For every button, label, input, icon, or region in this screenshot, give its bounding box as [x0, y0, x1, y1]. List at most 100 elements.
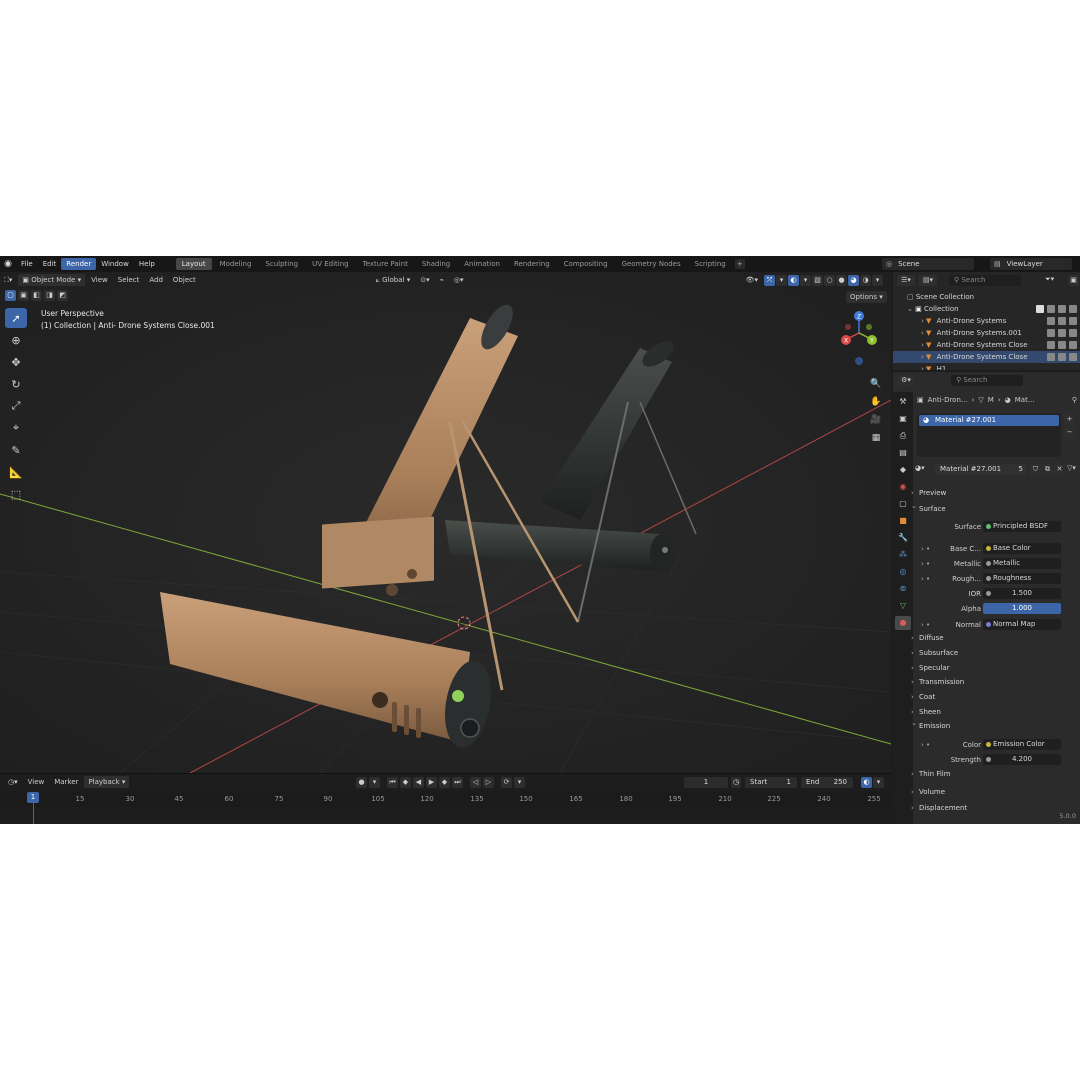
section-coat[interactable]: Coat [911, 693, 935, 701]
menu-window[interactable]: Window [96, 258, 134, 270]
camera-icon[interactable] [1069, 329, 1077, 337]
section-subsurface[interactable]: Subsurface [911, 649, 958, 657]
start-frame-field[interactable]: Start 1 [745, 777, 797, 788]
expand-arrow-icon[interactable]: › • [921, 619, 930, 631]
properties-editor-type-icon[interactable]: ⚙▾ [897, 375, 916, 386]
shading-wireframe-icon[interactable]: ○ [824, 274, 835, 286]
overlay-dropdown-icon[interactable]: ▾ [800, 274, 811, 286]
surface-shader-field[interactable]: Principled BSDF [983, 521, 1061, 532]
3d-viewport[interactable]: ⛶▾ ▣ Object Mode ▾ View Select Add Objec… [0, 272, 891, 773]
base-color-field[interactable]: Base Color [983, 543, 1061, 554]
tab-compositing[interactable]: Compositing [558, 258, 614, 270]
select-tool-icon[interactable]: ➚ [5, 308, 27, 328]
display-mode-icon[interactable]: ▤▾ [919, 275, 937, 286]
properties-search-input[interactable]: ⚲ Search [951, 375, 1023, 386]
alpha-field[interactable]: 1.000 [983, 603, 1061, 614]
play-icon[interactable]: ▶ [426, 777, 437, 788]
frame-ruler[interactable]: 15 30 45 60 75 90 105 120 135 150 165 18… [0, 791, 891, 807]
transform-orientation-dropdown[interactable]: ⟀ Global ▾ [372, 274, 415, 286]
auto-key-icon[interactable]: ● [356, 777, 367, 788]
viewport-menu-add[interactable]: Add [145, 274, 167, 286]
monitor-icon[interactable] [1058, 329, 1066, 337]
eye-icon[interactable] [1047, 329, 1055, 337]
jump-keyframe-back-icon[interactable]: ◆ [400, 777, 411, 788]
perspective-toggle-icon[interactable]: ▦ [869, 433, 883, 447]
breadcrumb-object[interactable]: Anti-Dron... [928, 396, 968, 404]
filter-icon[interactable]: ⏷▾ [1045, 275, 1054, 284]
collection-tab-icon[interactable]: ▢ [895, 497, 911, 511]
object-visibility[interactable] [1047, 353, 1077, 361]
object-visibility[interactable] [1047, 317, 1077, 325]
material-slot-list[interactable]: ◕ Material #27.001 [917, 413, 1061, 457]
view-layer-selector[interactable]: ▤ ViewLayer [990, 258, 1072, 270]
cursor-tool-icon[interactable]: ⊕ [5, 330, 27, 350]
mode-dropdown[interactable]: ▣ Object Mode ▾ [18, 274, 86, 286]
prev-marker-icon[interactable]: ◁ [470, 777, 481, 788]
section-sheen[interactable]: Sheen [911, 708, 941, 716]
options-dropdown[interactable]: Options ▾ [846, 291, 887, 303]
checkbox-icon[interactable] [1036, 305, 1044, 313]
new-collection-icon[interactable]: ▣ [1068, 275, 1079, 286]
navigation-gizmo[interactable]: Z Y X [835, 309, 885, 379]
tab-shading[interactable]: Shading [416, 258, 456, 270]
section-volume[interactable]: Volume [911, 788, 945, 796]
camera-icon[interactable] [1069, 353, 1077, 361]
data-tab-icon[interactable]: ▽ [895, 599, 911, 613]
output-tab-icon[interactable]: ⎙ [895, 429, 911, 443]
roughness-field[interactable]: Roughness [983, 573, 1061, 584]
normal-field[interactable]: Normal Map [983, 619, 1061, 630]
tab-modeling[interactable]: Modeling [214, 258, 258, 270]
particles-tab-icon[interactable]: ⁂ [895, 548, 911, 562]
section-thin-film[interactable]: Thin Film [911, 770, 950, 778]
section-displacement[interactable]: Displacement [911, 804, 967, 812]
tab-uv-editing[interactable]: UV Editing [306, 258, 355, 270]
duplicate-icon[interactable]: ⧉ [1042, 464, 1053, 475]
menu-edit[interactable]: Edit [38, 258, 62, 270]
gizmo-dropdown-icon[interactable]: ▾ [776, 274, 787, 286]
link-dropdown-icon[interactable]: ▽▾ [1067, 464, 1076, 472]
gizmo-toggle-icon[interactable]: ⤧ [764, 274, 775, 286]
eye-icon[interactable] [1047, 353, 1055, 361]
next-marker-icon[interactable]: ▷ [483, 777, 494, 788]
pan-hand-icon[interactable]: ✋ [869, 397, 883, 411]
tab-geometry-nodes[interactable]: Geometry Nodes [616, 258, 687, 270]
eye-icon[interactable] [1047, 317, 1055, 325]
emission-color-field[interactable]: Emission Color [983, 739, 1061, 750]
viewport-menu-object[interactable]: Object [169, 274, 200, 286]
pin-icon[interactable]: ⚲ [1072, 396, 1077, 404]
xray-icon[interactable]: ▧ [812, 274, 823, 286]
menu-help[interactable]: Help [134, 258, 160, 270]
monitor-icon[interactable] [1058, 353, 1066, 361]
scene-selector[interactable]: ◎ Scene [882, 258, 974, 270]
editor-type-icon[interactable]: ⛶▾ [0, 274, 16, 286]
material-name-field[interactable]: Material #27.001 5 [935, 464, 1027, 475]
view-layer-tab-icon[interactable]: ▤ [895, 446, 911, 460]
remove-slot-icon[interactable]: − [1064, 427, 1075, 438]
outliner-search-input[interactable]: ⚲ Search [949, 275, 1021, 286]
zoom-icon[interactable]: 🔍 [869, 379, 883, 393]
add-cube-tool-icon[interactable]: ⬚ [5, 484, 27, 504]
pivot-icon[interactable]: ⊙▾ [416, 274, 433, 286]
expand-arrow-icon[interactable]: › • [921, 573, 930, 585]
sync-icon[interactable]: ⟳ [501, 777, 512, 788]
eye-icon[interactable] [1047, 305, 1055, 313]
scale-tool-icon[interactable]: ⤢ [5, 396, 27, 416]
timeline-menu-view[interactable]: View [24, 776, 49, 788]
outliner-object-row[interactable]: › ▼ Anti-Drone Systems Close [893, 339, 1080, 351]
shading-solid-icon[interactable]: ● [836, 274, 847, 286]
jump-start-icon[interactable]: ⏮ [387, 777, 398, 788]
scene-collection-row[interactable]: ▢ Scene Collection [893, 291, 1080, 303]
camera-icon[interactable] [1069, 305, 1077, 313]
section-specular[interactable]: Specular [911, 664, 949, 672]
snap-icon[interactable]: ⌁ [436, 274, 448, 286]
add-slot-icon[interactable]: + [1064, 414, 1075, 425]
move-tool-icon[interactable]: ✥ [5, 352, 27, 372]
blender-logo-icon[interactable]: ◉ [0, 256, 16, 272]
render-tab-icon[interactable]: ▣ [895, 412, 911, 426]
eye-icon[interactable] [1047, 341, 1055, 349]
shading-material-icon[interactable]: ◕ [848, 274, 859, 286]
select-invert-icon[interactable]: ◨ [44, 290, 55, 301]
physics-tab-icon[interactable]: ◎ [895, 565, 911, 579]
keying-dropdown-icon[interactable]: ▾ [369, 777, 380, 788]
viewport-menu-view[interactable]: View [87, 274, 112, 286]
